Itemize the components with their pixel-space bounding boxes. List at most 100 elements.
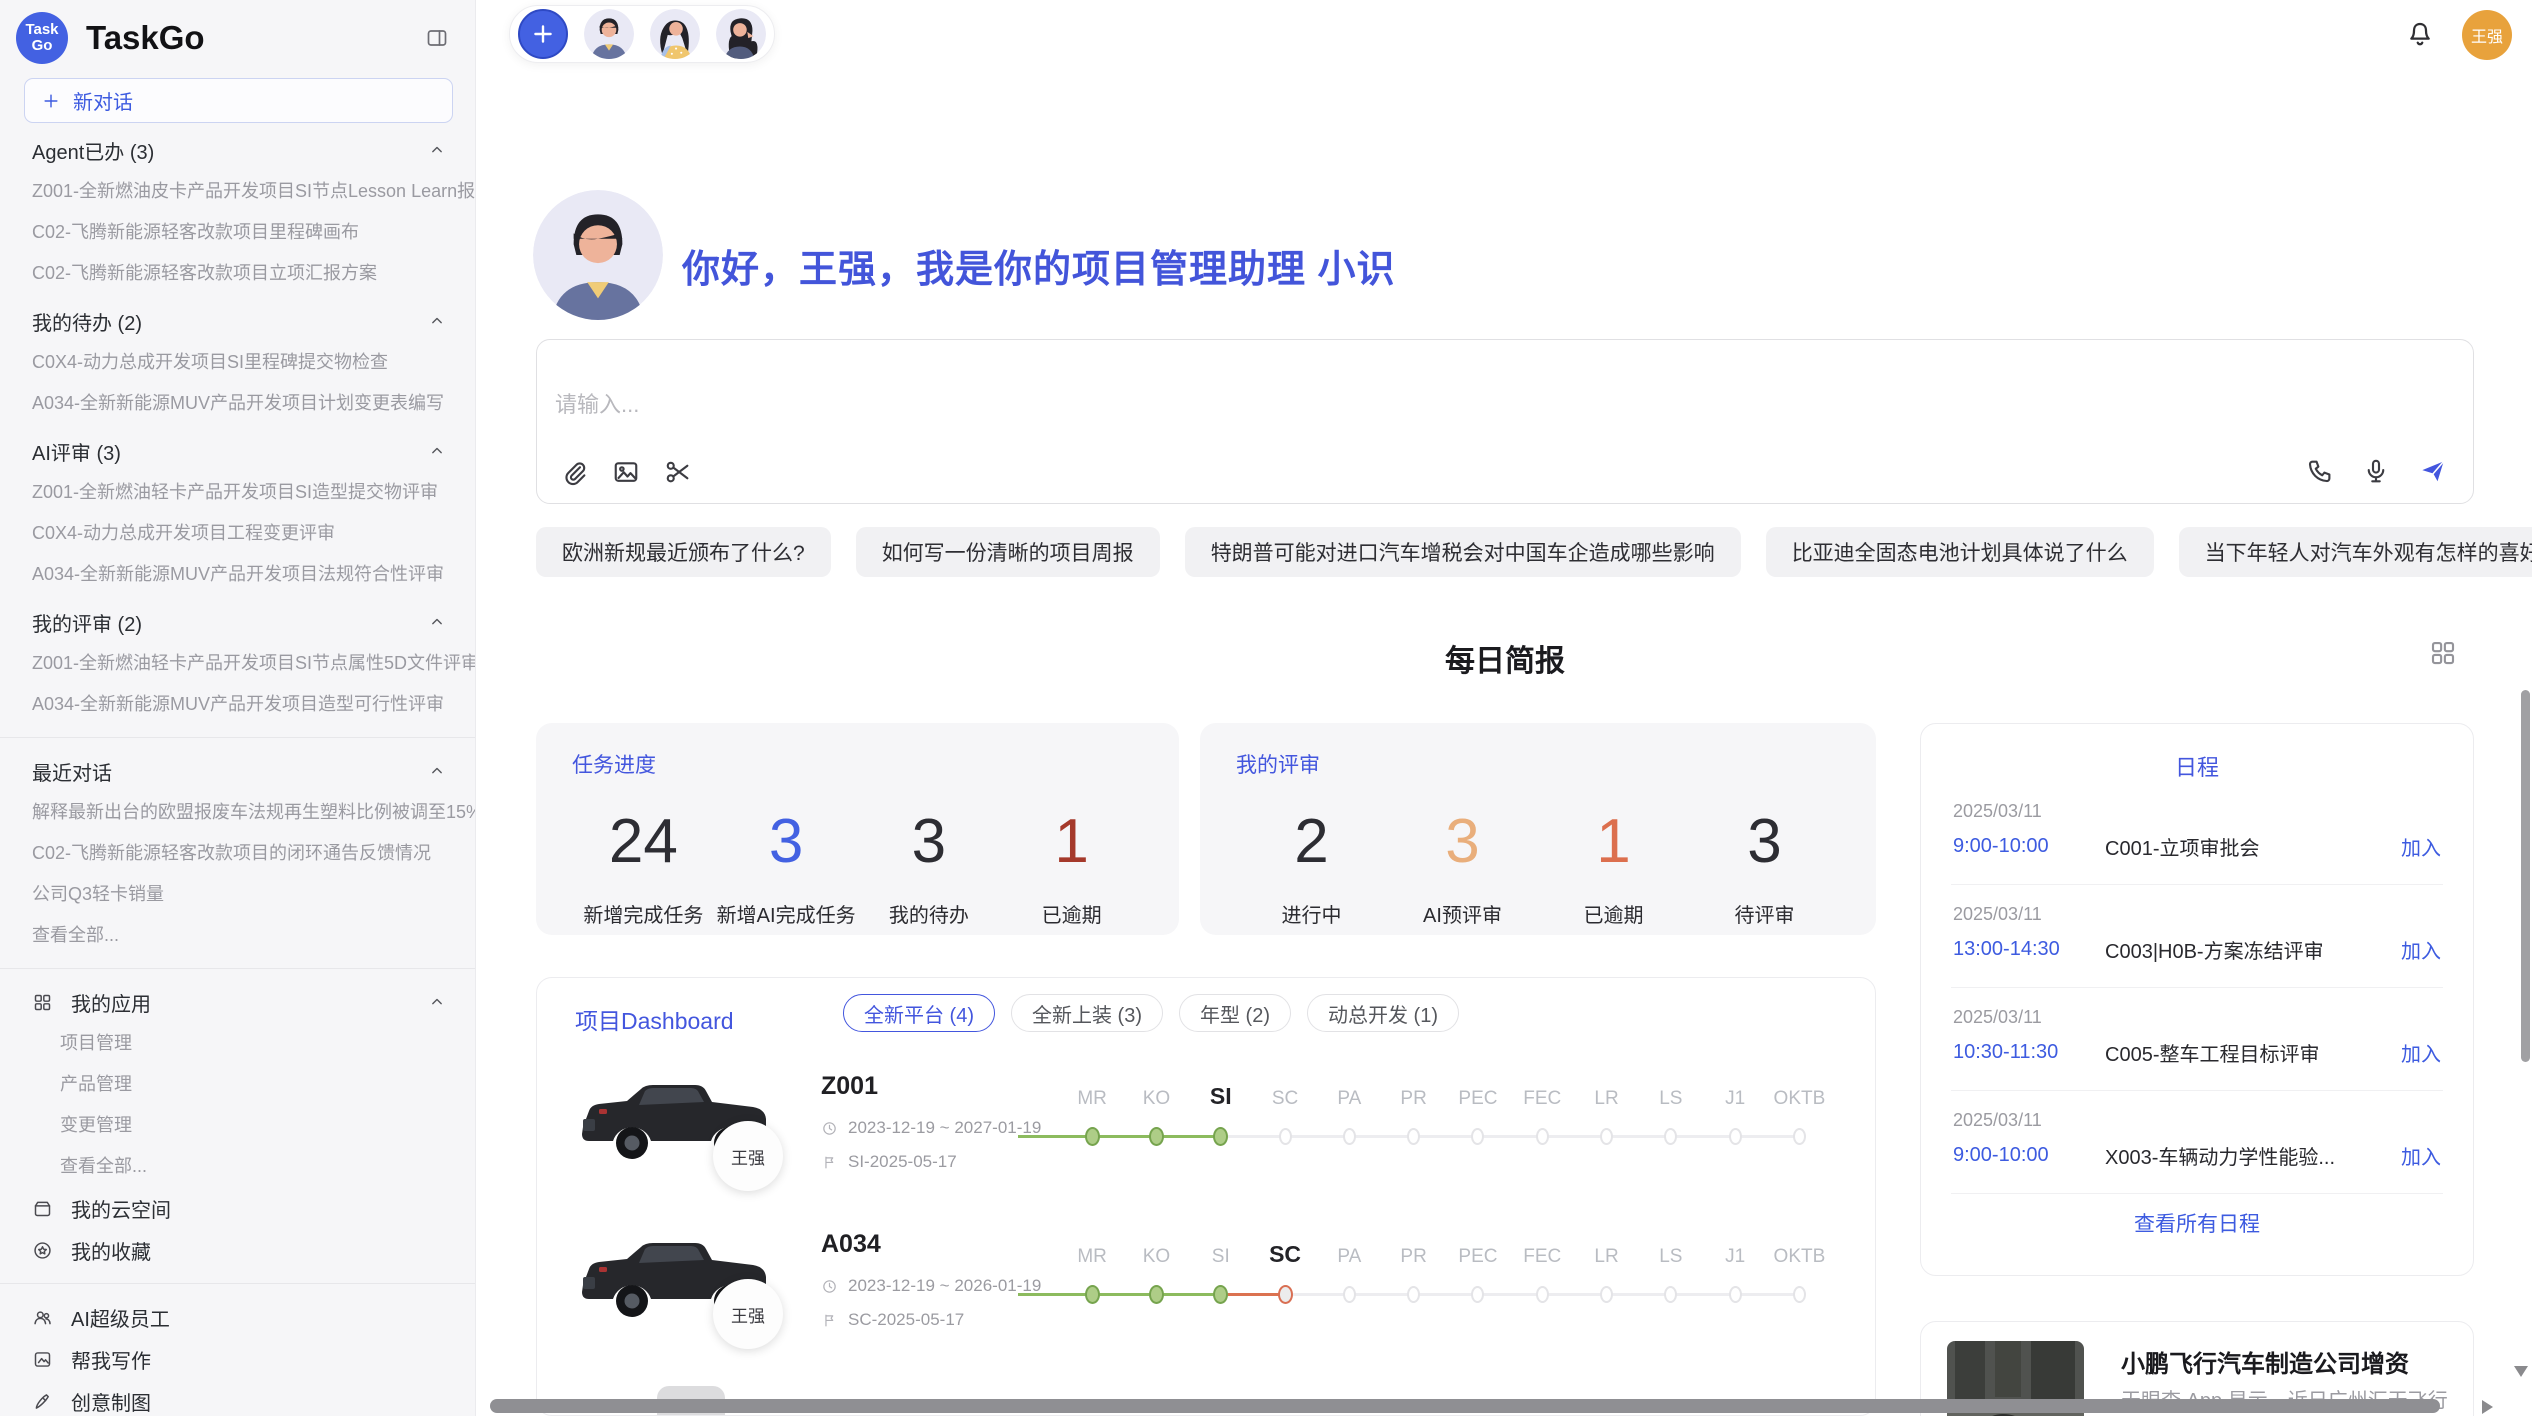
horizontal-scrollbar[interactable]	[490, 1399, 2440, 1413]
tab-model-year[interactable]: 年型 (2)	[1179, 994, 1291, 1032]
stat-value: 3	[858, 811, 1001, 873]
schedule-event[interactable]: 2025/03/11 10:30-11:30 C005-整车工程目标评审 加入	[1951, 988, 2443, 1091]
chevron-up-icon[interactable]	[427, 761, 447, 781]
recent-conversation[interactable]: 解释最新出台的欧盟报废车法规再生塑料比例被调至15%...	[0, 792, 475, 833]
cloud-space-icon	[32, 1198, 53, 1219]
project-row[interactable]: 王强 Z001 2023-12-19 ~ 2027-01-19 SI-2025-…	[537, 1058, 1876, 1216]
suggestion-chip[interactable]: 特朗普可能对进口汽车增税会对中国车企造成哪些影响	[1185, 527, 1741, 577]
conversation-item[interactable]: Z001-全新燃油皮卡产品开发项目SI节点Lesson Learn报告	[0, 171, 475, 212]
app-link[interactable]: 变更管理	[0, 1105, 475, 1146]
section-title: AI评审 (3)	[32, 437, 121, 466]
daily-briefing-header: 每日简报	[536, 636, 2474, 680]
tab-new-platform[interactable]: 全新平台 (4)	[843, 994, 995, 1032]
conversation-item[interactable]: C0X4-动力总成开发项目工程变更评审	[0, 513, 475, 554]
suggestion-chip[interactable]: 当下年轻人对汽车外观有怎样的喜好趋势	[2179, 527, 2532, 577]
section-my-todo[interactable]: 我的待办 (2)	[0, 300, 475, 342]
scroll-down-arrow[interactable]	[2514, 1366, 2528, 1377]
section-my-review[interactable]: 我的评审 (2)	[0, 601, 475, 643]
chat-input[interactable]	[555, 392, 2055, 418]
app-link[interactable]: 项目管理	[0, 1023, 475, 1064]
milestone-label: J1	[1703, 1088, 1767, 1110]
user-avatar[interactable]: 王强	[2462, 10, 2512, 60]
schedule-event[interactable]: 2025/03/11 9:00-10:00 C001-立项审批会 加入	[1951, 782, 2443, 885]
input-actions	[2305, 455, 2449, 487]
join-link[interactable]: 加入	[2401, 935, 2441, 964]
suggestion-chip[interactable]: 欧洲新规最近颁布了什么?	[536, 527, 831, 577]
conversation-item[interactable]: C02-飞腾新能源轻客改款项目里程碑画布	[0, 212, 475, 253]
tab-new-body[interactable]: 全新上装 (3)	[1011, 994, 1163, 1032]
conversation-item[interactable]: Z001-全新燃油轻卡产品开发项目SI造型提交物评审	[0, 472, 475, 513]
send-icon[interactable]	[2417, 455, 2449, 487]
section-ai-review[interactable]: AI评审 (3)	[0, 430, 475, 472]
view-all-conversations[interactable]: 查看全部...	[0, 915, 475, 956]
project-code: A034	[821, 1230, 881, 1259]
sidebar-header: Task Go TaskGo	[0, 0, 475, 64]
assistant-avatar[interactable]	[716, 9, 766, 59]
event-title: C003|H0B-方案冻结评审	[2105, 935, 2401, 964]
image-icon[interactable]	[611, 457, 641, 487]
stat-label: 已逾期	[1000, 899, 1143, 928]
section-my-apps[interactable]: 我的应用	[0, 981, 475, 1023]
chevron-up-icon[interactable]	[427, 140, 447, 160]
phone-icon[interactable]	[2305, 456, 2335, 486]
ai-super-employee[interactable]: AI超级员工	[0, 1296, 475, 1338]
view-all-apps[interactable]: 查看全部...	[0, 1146, 475, 1187]
milestone-label: FEC	[1510, 1088, 1574, 1110]
conversation-item[interactable]: C0X4-动力总成开发项目SI里程碑提交物检查	[0, 342, 475, 383]
milestone-label: PEC	[1446, 1088, 1510, 1110]
help-me-write[interactable]: 帮我写作	[0, 1338, 475, 1380]
clock-icon	[821, 1278, 838, 1295]
chevron-up-icon[interactable]	[427, 441, 447, 461]
assistant-avatar[interactable]	[650, 9, 700, 59]
schedule-event[interactable]: 2025/03/11 13:00-14:30 C003|H0B-方案冻结评审 加…	[1951, 885, 2443, 988]
tab-powertrain[interactable]: 动总开发 (1)	[1307, 994, 1459, 1032]
view-all-schedule-link[interactable]: 查看所有日程	[1921, 1208, 2473, 1238]
add-assistant-button[interactable]	[518, 9, 568, 59]
my-review-card: 我的评审 2 进行中 3 AI预评审 1 已逾期 3 待评审	[1200, 723, 1876, 935]
conversation-item[interactable]: A034-全新新能源MUV产品开发项目计划变更表编写	[0, 383, 475, 424]
card-title: 我的评审	[1236, 749, 1840, 779]
section-agent-done[interactable]: Agent已办 (3)	[0, 129, 475, 171]
divider	[0, 1283, 475, 1284]
my-cloud-space[interactable]: 我的云空间	[0, 1187, 475, 1229]
vertical-scrollbar[interactable]	[2521, 690, 2530, 1062]
event-title: X003-车辆动力学性能验...	[2105, 1141, 2401, 1170]
conversation-item[interactable]: A034-全新新能源MUV产品开发项目造型可行性评审	[0, 684, 475, 725]
scissors-icon[interactable]	[663, 457, 693, 487]
paperclip-icon[interactable]	[559, 457, 589, 487]
stat-label: 已逾期	[1538, 899, 1689, 928]
suggestion-chip[interactable]: 如何写一份清晰的项目周报	[856, 527, 1160, 577]
new-chat-button[interactable]: 新对话	[24, 78, 453, 123]
notification-bell-icon[interactable]	[2404, 18, 2436, 50]
join-link[interactable]: 加入	[2401, 832, 2441, 861]
microphone-icon[interactable]	[2361, 456, 2391, 486]
collapse-sidebar-icon[interactable]	[425, 26, 449, 50]
suggestion-chip[interactable]: 比亚迪全固态电池计划具体说了什么	[1766, 527, 2154, 577]
schedule-event[interactable]: 2025/03/11 9:00-10:00 X003-车辆动力学性能验... 加…	[1951, 1091, 2443, 1194]
greeting-text: 你好，王强，我是你的项目管理助理 小识	[682, 238, 1396, 293]
join-link[interactable]: 加入	[2401, 1141, 2441, 1170]
app-link[interactable]: 产品管理	[0, 1064, 475, 1105]
creative-drawing[interactable]: 创意制图	[0, 1380, 475, 1416]
recent-conversation[interactable]: C02-飞腾新能源轻客改款项目的闭环通告反馈情况	[0, 833, 475, 874]
conversation-item[interactable]: C02-飞腾新能源轻客改款项目立项汇报方案	[0, 253, 475, 294]
scroll-right-arrow[interactable]	[2482, 1400, 2493, 1414]
project-row[interactable]: 王强 A034 2023-12-19 ~ 2026-01-19 SC-2025-…	[537, 1216, 1876, 1374]
logo-line-2: Go	[32, 38, 53, 54]
conversation-item[interactable]: Z001-全新燃油轻卡产品开发项目SI节点属性5D文件评审	[0, 643, 475, 684]
event-title: C005-整车工程目标评审	[2105, 1038, 2401, 1067]
section-title: 我的待办 (2)	[32, 307, 142, 336]
layout-grid-icon[interactable]	[2428, 638, 2458, 668]
join-link[interactable]: 加入	[2401, 1038, 2441, 1067]
stat-label: 新增完成任务	[572, 899, 715, 928]
assistant-avatar[interactable]	[584, 9, 634, 59]
my-favorites[interactable]: 我的收藏	[0, 1229, 475, 1271]
stat-value: 1	[1000, 811, 1143, 873]
recent-conversation[interactable]: 公司Q3轻卡销量	[0, 874, 475, 915]
section-recent[interactable]: 最近对话	[0, 750, 475, 792]
chevron-up-icon[interactable]	[427, 992, 447, 1012]
chevron-up-icon[interactable]	[427, 311, 447, 331]
chevron-up-icon[interactable]	[427, 612, 447, 632]
conversation-item[interactable]: A034-全新新能源MUV产品开发项目法规符合性评审	[0, 554, 475, 595]
section-title: 我的应用	[71, 988, 151, 1017]
